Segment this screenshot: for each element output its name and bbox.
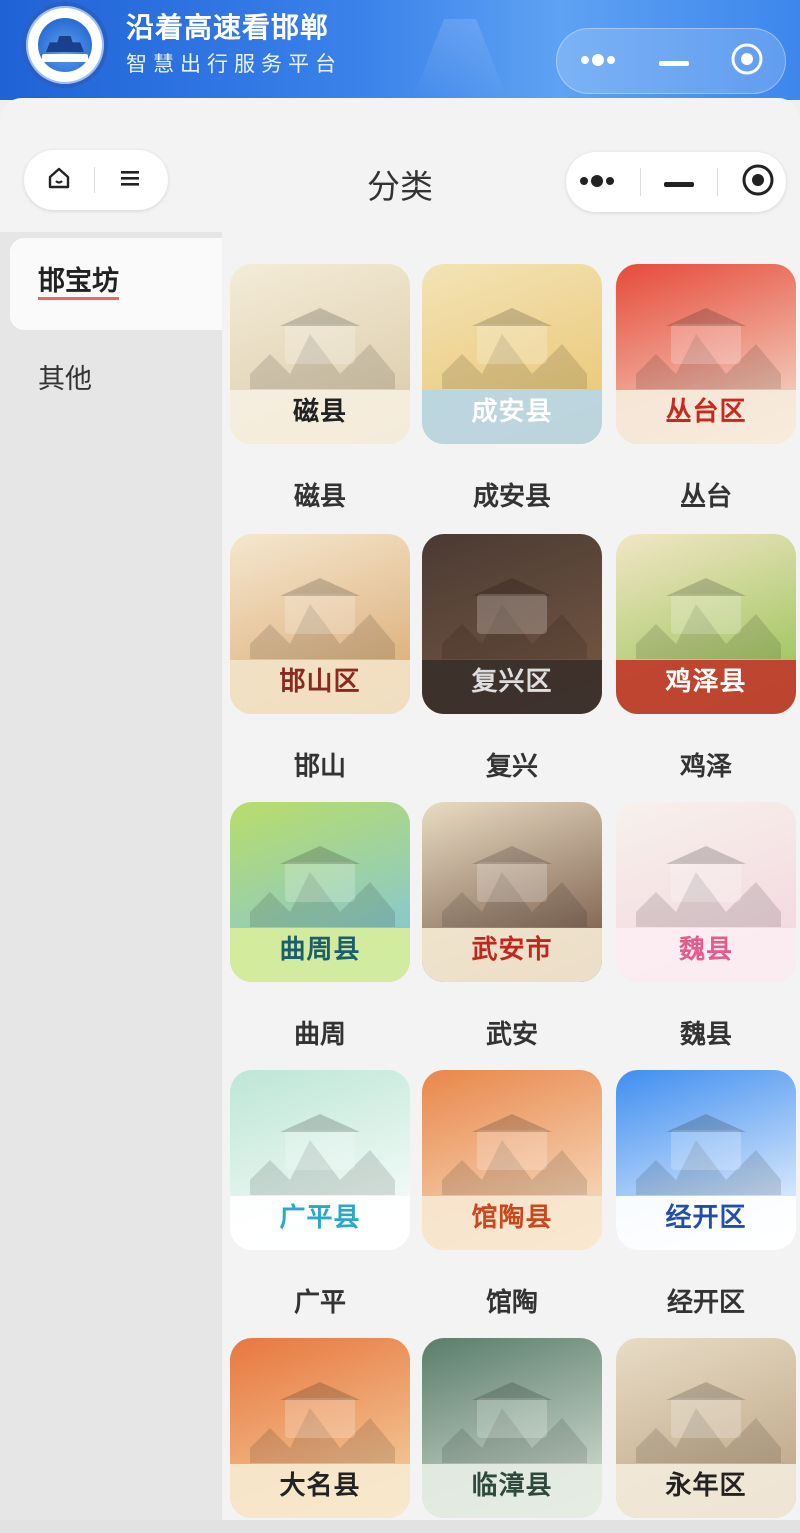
tile-image: 魏县 — [616, 802, 796, 982]
category-tile[interactable]: 磁县 磁县 — [230, 264, 410, 524]
sidebar-item-handanbaofang[interactable]: 邯宝坊 — [10, 238, 222, 330]
tile-image: 丛台区 — [616, 264, 796, 444]
tile-image: 邯山区 — [230, 534, 410, 714]
tile-image-title: 经开区 — [665, 1203, 747, 1233]
tile-image: 馆陶县 — [422, 1070, 602, 1250]
tile-image: 曲周县 — [230, 802, 410, 982]
category-tile[interactable]: 武安市 武安 — [422, 802, 602, 1062]
more-icon[interactable] — [578, 52, 618, 71]
tile-image: 鸡泽县 — [616, 534, 796, 714]
category-tile[interactable]: 邯山区 邯山 — [230, 534, 410, 794]
tile-image-title: 曲周县 — [279, 935, 361, 965]
nav-pill — [24, 150, 168, 210]
tile-image-title: 大名县 — [279, 1471, 361, 1501]
tile-caption: 馆陶 — [485, 1288, 538, 1318]
tile-image-title: 成安县 — [471, 397, 553, 427]
tile-caption: 复兴 — [485, 752, 538, 782]
tile-image-title: 磁县 — [292, 397, 347, 427]
sidebar-item-label: 邯宝坊 — [38, 267, 119, 300]
tile-image-title: 武安市 — [471, 935, 553, 965]
tile-image-title: 鸡泽县 — [665, 667, 747, 697]
mini-program-capsule — [566, 152, 786, 212]
home-icon — [46, 165, 72, 195]
tile-image: 临漳县 — [422, 1338, 602, 1518]
category-tile[interactable]: 馆陶县 馆陶 — [422, 1070, 602, 1330]
tile-image-title: 永年区 — [665, 1471, 747, 1501]
tile-image: 大名县 — [230, 1338, 410, 1518]
category-tile[interactable]: 永年区 — [616, 1338, 796, 1533]
category-tile[interactable]: 经开区 经开区 — [616, 1070, 796, 1330]
tile-caption: 魏县 — [679, 1020, 732, 1050]
minimize-icon[interactable] — [663, 173, 694, 192]
app-screen: 沿着高速看邯郸 智慧出行服务平台 分类 邯宝坊 其他 磁县 磁县 成安县 成安县… — [0, 0, 800, 1533]
tile-image: 武安市 — [422, 802, 602, 982]
home-button[interactable] — [24, 150, 94, 210]
tile-image: 广平县 — [230, 1070, 410, 1250]
tile-caption: 广平 — [293, 1288, 346, 1318]
tile-image: 成安县 — [422, 264, 602, 444]
minimize-icon[interactable] — [658, 52, 689, 71]
tile-image-title: 邯山区 — [279, 667, 361, 697]
tile-caption: 曲周 — [293, 1020, 346, 1050]
category-tile[interactable]: 鸡泽县 鸡泽 — [616, 534, 796, 794]
tile-caption: 成安县 — [472, 482, 551, 512]
tile-caption: 武安 — [485, 1020, 538, 1050]
tile-image: 复兴区 — [422, 534, 602, 714]
sidebar-item-label: 其他 — [38, 363, 92, 395]
category-tile[interactable]: 大名县 — [230, 1338, 410, 1533]
tile-caption: 磁县 — [293, 482, 346, 512]
app-title: 沿着高速看邯郸 — [126, 11, 330, 44]
tile-image-title: 复兴区 — [471, 667, 553, 697]
tile-image-title: 临漳县 — [471, 1471, 553, 1501]
category-sidebar: 邯宝坊 其他 — [0, 232, 222, 1533]
app-subtitle: 智慧出行服务平台 — [126, 52, 342, 76]
more-icon[interactable] — [577, 173, 617, 192]
category-tile[interactable]: 曲周县 曲周 — [230, 802, 410, 1062]
tile-image-title: 丛台区 — [665, 397, 747, 427]
category-tile[interactable]: 广平县 广平 — [230, 1070, 410, 1330]
category-tile[interactable]: 临漳县 — [422, 1338, 602, 1533]
tile-image: 经开区 — [616, 1070, 796, 1250]
category-tile[interactable]: 复兴区 复兴 — [422, 534, 602, 794]
tile-image-title: 魏县 — [678, 935, 733, 965]
category-tile[interactable]: 魏县 魏县 — [616, 802, 796, 1062]
top-capsule — [556, 28, 786, 94]
category-tile[interactable]: 丛台区 丛台 — [616, 264, 796, 524]
tile-caption: 丛台 — [679, 482, 732, 512]
sidebar-item-other[interactable]: 其他 — [10, 330, 222, 422]
tile-caption: 邯山 — [293, 752, 346, 782]
close-target-icon[interactable] — [730, 42, 764, 80]
category-tile[interactable]: 成安县 成安县 — [422, 264, 602, 524]
tile-image: 磁县 — [230, 264, 410, 444]
tile-image: 永年区 — [616, 1338, 796, 1518]
close-target-icon[interactable] — [741, 163, 775, 201]
tile-image-title: 馆陶县 — [471, 1203, 553, 1233]
page-title: 分类 — [367, 167, 433, 206]
tile-caption: 经开区 — [666, 1288, 745, 1318]
bottom-bar — [0, 1520, 800, 1533]
logo — [22, 2, 108, 88]
menu-button[interactable] — [95, 150, 165, 210]
menu-icon — [119, 168, 141, 192]
top-banner: 沿着高速看邯郸 智慧出行服务平台 — [0, 0, 800, 100]
tile-caption: 鸡泽 — [679, 752, 732, 782]
tile-image-title: 广平县 — [279, 1203, 361, 1233]
